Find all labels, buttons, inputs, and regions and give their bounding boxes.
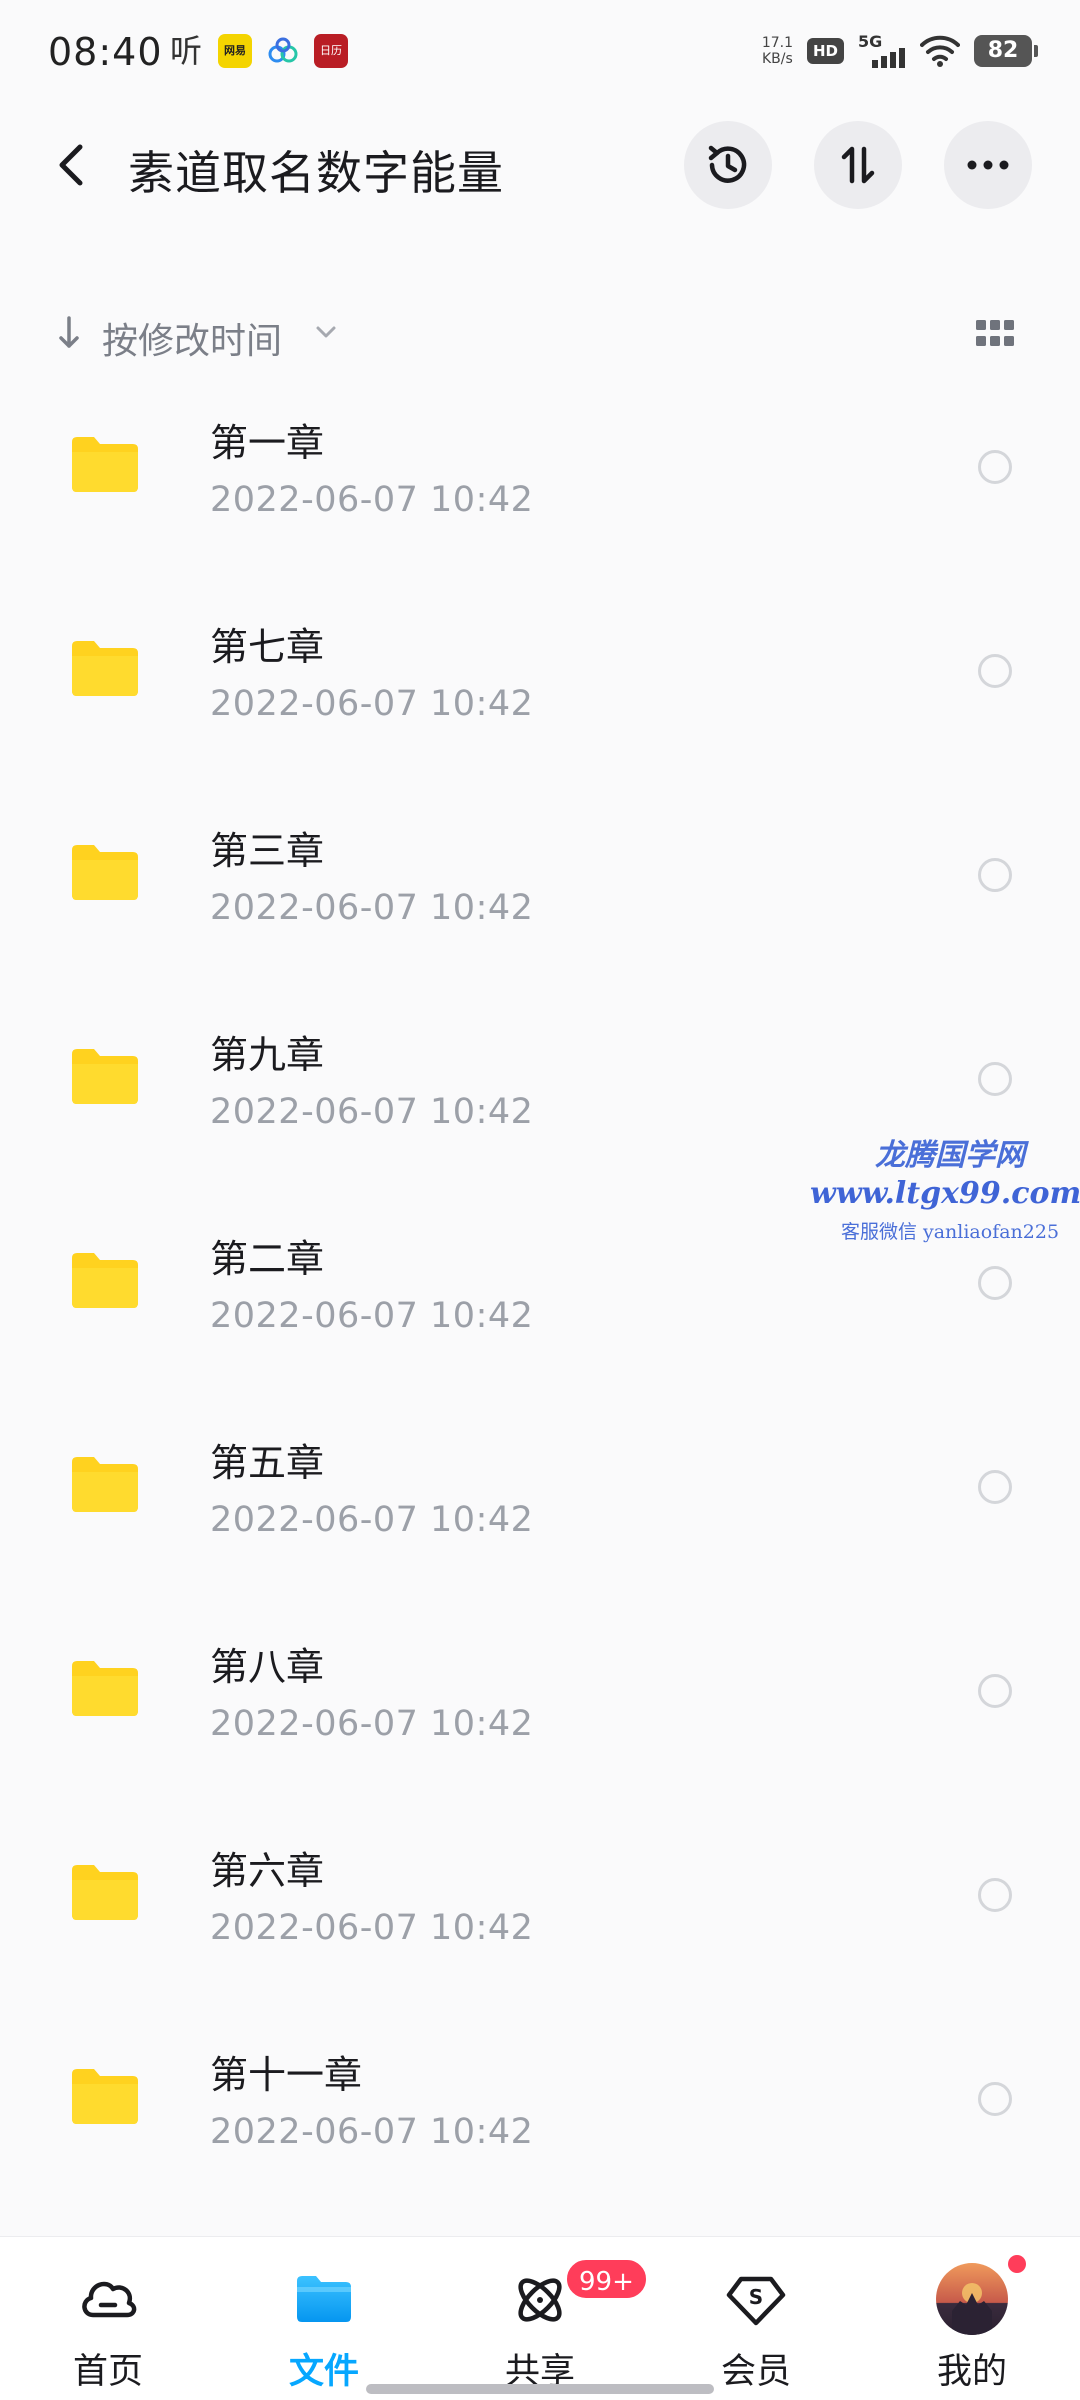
notification-icons: 听 网易 日历: [168, 34, 348, 68]
sort-bar: 按修改时间: [0, 300, 1080, 370]
file-name: 第三章: [210, 829, 325, 873]
folder-icon: [72, 437, 138, 492]
file-modified-date: 2022-06-07 10:42: [210, 888, 534, 928]
signal-icon: 5G: [858, 32, 906, 70]
watermark-title: 龙腾国学网: [875, 1138, 1025, 1173]
select-checkbox[interactable]: [978, 2082, 1012, 2116]
file-modified-date: 2022-06-07 10:42: [210, 1500, 534, 1540]
netease-app-icon: 网易: [218, 34, 252, 68]
status-bar: 08:40 听 网易 日历 17.1 KB/s HD 5G 82: [0, 0, 1080, 110]
sort-order-selector[interactable]: 按修改时间: [102, 312, 282, 364]
baidu-cloud-app-icon: [266, 34, 300, 68]
back-button[interactable]: [44, 135, 100, 195]
svg-text:S: S: [749, 2285, 763, 2309]
file-browser-screen: 08:40 听 网易 日历 17.1 KB/s HD 5G 82 素道取名数字能…: [0, 0, 1080, 2400]
share-orbit-icon: [518, 2278, 562, 2322]
file-modified-date: 2022-06-07 10:42: [210, 480, 534, 520]
history-icon: [708, 145, 747, 183]
file-row[interactable]: 第五章 2022-06-07 10:42: [0, 1412, 1080, 1616]
watermark-url: www.ltgx99.com: [810, 1176, 1080, 1211]
history-button[interactable]: [684, 121, 772, 209]
file-modified-date: 2022-06-07 10:42: [210, 684, 534, 724]
folder-icon: [72, 641, 138, 696]
folder-icon: [72, 1457, 138, 1512]
sort-arrows-icon: [841, 146, 875, 184]
page-title: 素道取名数字能量: [128, 146, 504, 200]
nav-vip[interactable]: S 会员: [648, 2237, 864, 2400]
file-name: 第八章: [210, 1645, 325, 1689]
file-row[interactable]: 第三章 2022-06-07 10:42: [0, 800, 1080, 1004]
grid-view-button[interactable]: [976, 320, 1014, 348]
folder-icon: [72, 1865, 138, 1920]
home-indicator[interactable]: [366, 2384, 714, 2394]
file-row[interactable]: 第八章 2022-06-07 10:42: [0, 1616, 1080, 1820]
battery-indicator: 82: [974, 35, 1038, 67]
file-name: 第十一章: [210, 2053, 363, 2097]
header-bar: 素道取名数字能量: [0, 115, 1080, 215]
chevron-left-icon: [59, 144, 83, 186]
select-checkbox[interactable]: [978, 858, 1012, 892]
select-checkbox[interactable]: [978, 1878, 1012, 1912]
file-row[interactable]: 第七章 2022-06-07 10:42: [0, 596, 1080, 800]
file-row[interactable]: 第一章 2022-06-07 10:42: [0, 392, 1080, 596]
folder-icon: [72, 1049, 138, 1104]
file-modified-date: 2022-06-07 10:42: [210, 1704, 534, 1744]
file-name: 第一章: [210, 421, 325, 465]
profile-notification-dot: [1008, 2255, 1026, 2273]
status-time: 08:40: [48, 30, 163, 74]
vip-diamond-icon: S: [726, 2276, 786, 2326]
file-name: 第九章: [210, 1033, 325, 1077]
select-checkbox[interactable]: [978, 450, 1012, 484]
folder-icon: [72, 1253, 138, 1308]
arrow-down-icon: [59, 316, 79, 348]
folder-icon: [72, 2069, 138, 2124]
file-name: 第二章: [210, 1237, 325, 1281]
cloud-home-icon: [82, 2281, 137, 2318]
select-checkbox[interactable]: [978, 1470, 1012, 1504]
more-options-button[interactable]: [944, 121, 1032, 209]
sort-button[interactable]: [814, 121, 902, 209]
chevron-down-icon[interactable]: [314, 322, 338, 342]
file-list: 第一章 2022-06-07 10:42 第七章 2022-06-07 10:4…: [0, 392, 1080, 2228]
select-checkbox[interactable]: [978, 1266, 1012, 1300]
more-dots-icon: [967, 160, 1009, 170]
nav-home[interactable]: 首页: [0, 2237, 216, 2400]
calendar-app-icon: 日历: [314, 34, 348, 68]
file-name: 第五章: [210, 1441, 325, 1485]
watermark: 龙腾国学网 www.ltgx99.com 客服微信 yanliaofan225: [810, 1130, 1080, 1244]
folder-icon: [297, 2276, 351, 2322]
folder-icon: [72, 845, 138, 900]
listen-app-icon: 听: [169, 32, 202, 70]
file-name: 第六章: [210, 1849, 325, 1893]
file-modified-date: 2022-06-07 10:42: [210, 1092, 534, 1132]
share-notification-badge: 99+: [564, 2257, 649, 2301]
bottom-navigation: 首页 文件 共享 99+ S 会员 我的: [0, 2236, 1080, 2400]
select-checkbox[interactable]: [978, 1674, 1012, 1708]
wifi-icon: [920, 35, 960, 67]
file-modified-date: 2022-06-07 10:42: [210, 1908, 534, 1948]
watermark-contact: 客服微信 yanliaofan225: [840, 1221, 1060, 1243]
select-checkbox[interactable]: [978, 1062, 1012, 1096]
avatar[interactable]: [936, 2263, 1008, 2335]
file-modified-date: 2022-06-07 10:42: [210, 1296, 534, 1336]
file-modified-date: 2022-06-07 10:42: [210, 2112, 534, 2152]
select-checkbox[interactable]: [978, 654, 1012, 688]
hd-voice-badge: HD: [806, 38, 844, 64]
network-speed: 17.1 KB/s: [761, 35, 793, 67]
system-status-icons: 17.1 KB/s HD 5G 82: [761, 32, 1038, 70]
folder-icon: [72, 1661, 138, 1716]
file-row[interactable]: 第六章 2022-06-07 10:42: [0, 1820, 1080, 2024]
grid-view-icon: [976, 320, 1014, 346]
file-row[interactable]: 第十一章 2022-06-07 10:42: [0, 2024, 1080, 2228]
file-name: 第七章: [210, 625, 325, 669]
nav-files[interactable]: 文件: [216, 2237, 432, 2400]
